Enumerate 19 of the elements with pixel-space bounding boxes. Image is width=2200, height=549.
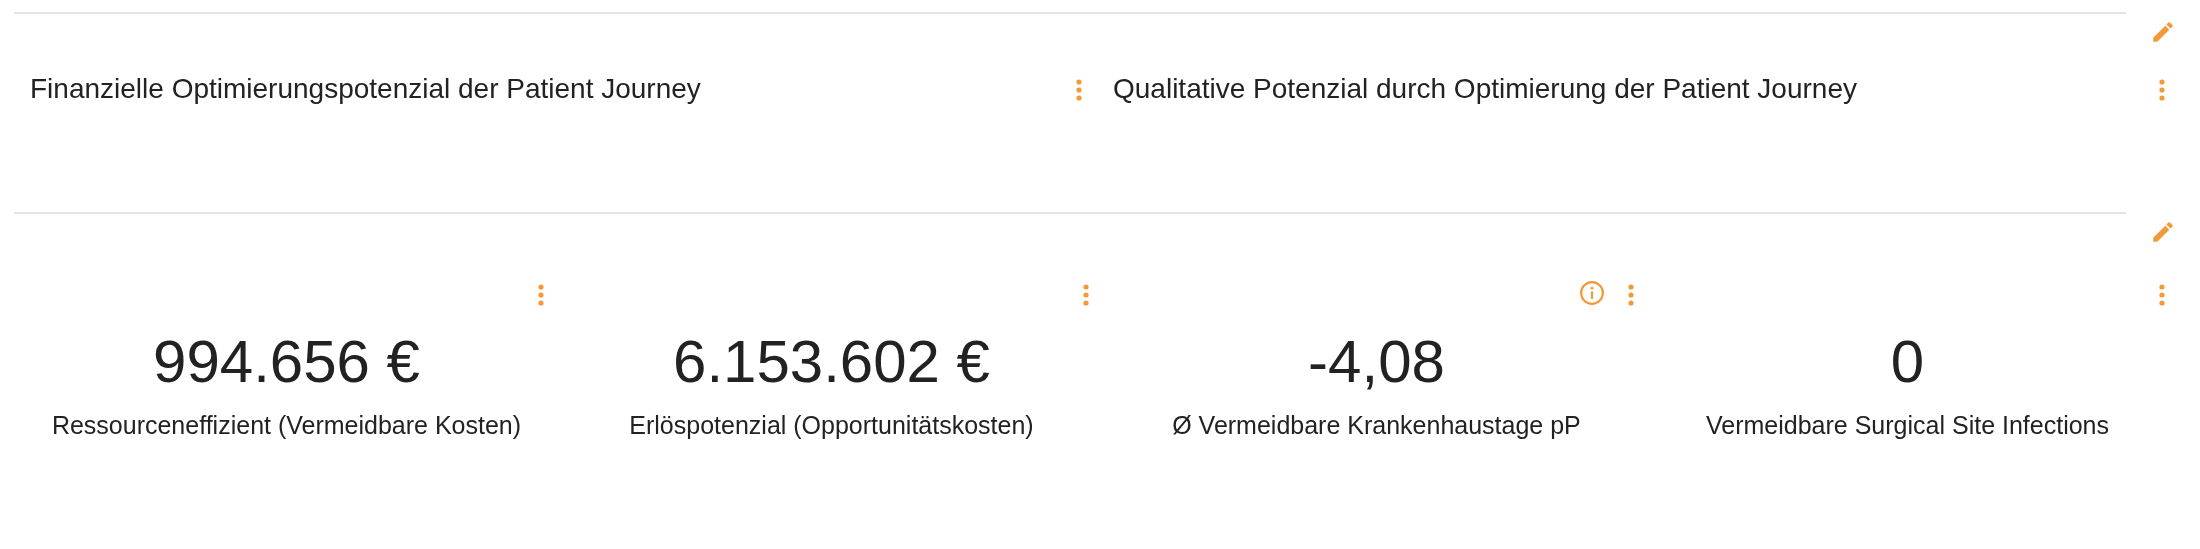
kebab-icon	[1083, 284, 1089, 306]
kpi-label: Ø Vermeidbare Krankenhaustage pP	[1172, 410, 1581, 441]
info-button[interactable]	[1579, 280, 1605, 306]
kpi-label: Erlöspotenzial (Opportunitätskosten)	[629, 410, 1034, 441]
pencil-icon	[2150, 219, 2176, 245]
kpi-value: 994.656 €	[153, 327, 420, 397]
kebab-icon	[2159, 79, 2165, 101]
kebab-icon	[1628, 284, 1634, 306]
panel-title: Finanzielle Optimierungspotenzial der Patient Journey	[30, 72, 701, 106]
kpi-label: Vermeidbare Surgical Site Infections	[1706, 410, 2109, 441]
pencil-icon	[2150, 19, 2176, 45]
kebab-icon	[1076, 79, 1082, 101]
kpi-value: 6.153.602 €	[673, 327, 990, 397]
kpi-value: -4,08	[1308, 327, 1445, 397]
panel-title: Qualitative Potenzial durch Optimierung der Patient Journey	[1113, 72, 1857, 106]
kebab-icon	[2159, 284, 2165, 306]
kebab-icon	[538, 284, 544, 306]
kpi-label: Ressourceneffizient (Vermeidbare Kosten)	[51, 410, 522, 441]
kpi-value: 0	[1890, 327, 1925, 397]
